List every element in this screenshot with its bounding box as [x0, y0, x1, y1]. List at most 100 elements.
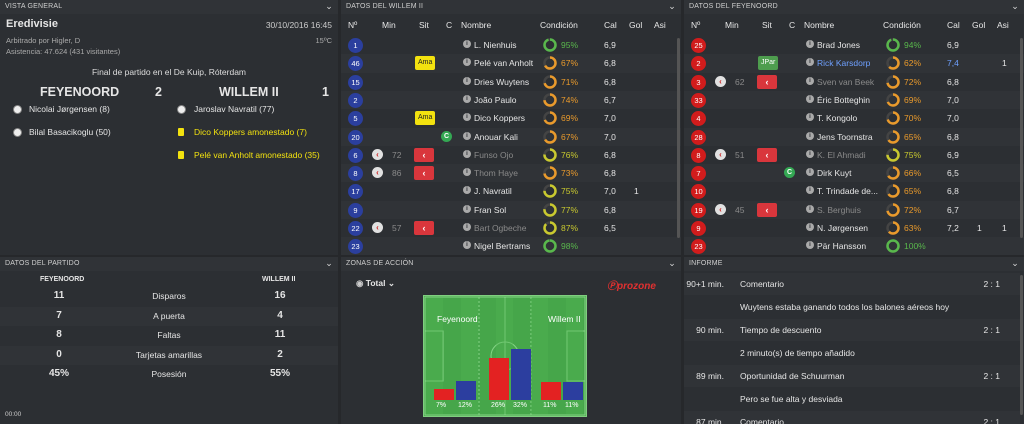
col-header-sit[interactable]: Sit: [419, 20, 429, 30]
info-icon[interactable]: i: [463, 131, 471, 140]
col-header-cal[interactable]: Cal: [947, 20, 960, 30]
substitute-button[interactable]: ‹: [414, 166, 434, 181]
table-row[interactable]: 4 i T. Kongolo 70% 7,0: [684, 109, 1024, 127]
col-header-name[interactable]: Nombre: [804, 20, 834, 30]
info-icon[interactable]: i: [463, 40, 471, 48]
player-name[interactable]: K. El Ahmadi: [817, 150, 866, 160]
table-row[interactable]: 20 Ci Anouar Kali 67% 7,0: [341, 127, 681, 146]
info-icon[interactable]: i: [463, 76, 471, 85]
table-row[interactable]: 2 i João Paulo 74% 6,7: [341, 90, 681, 110]
col-header-cond[interactable]: Condición: [540, 20, 578, 30]
col-header-asi[interactable]: Asi: [654, 20, 666, 30]
player-name[interactable]: Dries Wuytens: [474, 77, 529, 87]
chevron-down-icon[interactable]: ⌄: [325, 258, 333, 269]
info-icon[interactable]: i: [806, 76, 814, 85]
info-icon[interactable]: i: [806, 58, 814, 67]
table-row[interactable]: 6 ‹ 72 ‹ i Funso Ojo 76% 6,8: [341, 146, 681, 164]
home-team-name[interactable]: FEYENOORD: [40, 85, 119, 99]
table-row[interactable]: 23 i Nigel Bertrams 98%: [341, 237, 681, 255]
event-item[interactable]: Pelé van Anholt amonestado (35): [194, 150, 320, 160]
chevron-down-icon[interactable]: ⌄: [668, 1, 676, 12]
event-item[interactable]: Dico Koppers amonestado (7): [194, 127, 307, 137]
info-icon[interactable]: i: [806, 186, 814, 195]
player-name[interactable]: Rick Karsdorp: [817, 58, 870, 68]
table-row[interactable]: 15 i Dries Wuytens 71% 6,8: [341, 73, 681, 91]
table-row[interactable]: 8 ‹ 86 ‹ i Thom Haye 73% 6,8: [341, 164, 681, 183]
substitute-button[interactable]: ‹: [414, 147, 434, 162]
substitute-button[interactable]: ‹: [757, 147, 777, 162]
info-icon[interactable]: i: [806, 168, 814, 177]
table-row[interactable]: 5 Ama i Dico Koppers 69% 7,0: [341, 109, 681, 127]
player-name[interactable]: Sven van Beek: [817, 77, 874, 87]
referee-text[interactable]: Arbitrado por Higler, D: [6, 36, 80, 45]
report-entry-header[interactable]: 87 min. Comentario 2 : 1: [684, 411, 1020, 424]
player-name[interactable]: Brad Jones: [817, 40, 860, 50]
player-name[interactable]: Jens Toornstra: [817, 132, 873, 142]
report-entry-header[interactable]: 89 min. Oportunidad de Schuurman 2 : 1: [684, 365, 1020, 387]
table-row[interactable]: 22 ‹ 57 ‹ i Bart Ogbeche 87% 6,5: [341, 219, 681, 237]
info-icon[interactable]: i: [463, 58, 471, 67]
player-name[interactable]: Thom Haye: [474, 168, 518, 178]
player-name[interactable]: João Paulo: [474, 95, 517, 105]
info-icon[interactable]: i: [463, 94, 471, 103]
info-icon[interactable]: i: [806, 94, 814, 103]
info-icon[interactable]: i: [806, 149, 814, 158]
table-scrollbar[interactable]: [1020, 38, 1023, 238]
table-row[interactable]: 8 ‹ 51 ‹ i K. El Ahmadi 75% 6,9: [684, 146, 1024, 164]
info-icon[interactable]: i: [806, 40, 814, 48]
info-icon[interactable]: i: [463, 204, 471, 213]
competition-name[interactable]: Eredivisie: [6, 18, 58, 30]
table-row[interactable]: 25 i Brad Jones 94% 6,9: [684, 36, 1024, 54]
player-name[interactable]: Dirk Kuyt: [817, 168, 851, 178]
player-name[interactable]: Dico Koppers: [474, 113, 525, 123]
info-icon[interactable]: i: [463, 113, 471, 122]
info-icon[interactable]: i: [463, 241, 471, 250]
table-row[interactable]: 17 i J. Navratil 75% 7,0 1: [341, 182, 681, 200]
table-row[interactable]: 19 ‹ 45 ‹ i S. Berghuis 72% 6,7: [684, 200, 1024, 219]
substitute-button[interactable]: ‹: [757, 202, 777, 217]
table-row[interactable]: 9 i Fran Sol 77% 6,8: [341, 200, 681, 219]
col-header-sit[interactable]: Sit: [762, 20, 772, 30]
player-name[interactable]: Éric Botteghin: [817, 95, 870, 105]
col-header-c[interactable]: C: [789, 20, 795, 30]
player-name[interactable]: S. Berghuis: [817, 205, 861, 215]
player-name[interactable]: Bart Ogbeche: [474, 223, 526, 233]
col-header-num[interactable]: Nº: [348, 20, 357, 30]
player-name[interactable]: Pelé van Anholt: [474, 58, 533, 68]
chevron-down-icon[interactable]: ⌄: [325, 1, 333, 12]
chevron-down-icon[interactable]: ⌄: [1011, 258, 1019, 269]
table-row[interactable]: 23 i Pär Hansson 100%: [684, 237, 1024, 255]
info-icon[interactable]: i: [806, 204, 814, 213]
chevron-down-icon[interactable]: ⌄: [668, 258, 676, 269]
info-icon[interactable]: i: [463, 186, 471, 195]
table-row[interactable]: 3 ‹ 62 ‹ i Sven van Beek 72% 6,8: [684, 73, 1024, 91]
away-team-name[interactable]: WILLEM II: [219, 85, 279, 99]
info-icon[interactable]: i: [463, 223, 471, 231]
col-header-min[interactable]: Min: [725, 20, 739, 30]
substitute-button[interactable]: ‹: [757, 74, 777, 89]
info-icon[interactable]: i: [463, 149, 471, 158]
player-name[interactable]: Fran Sol: [474, 205, 506, 215]
table-row[interactable]: 28 i Jens Toornstra 65% 6,8: [684, 127, 1024, 146]
report-scrollbar[interactable]: [1020, 275, 1023, 415]
info-icon[interactable]: i: [806, 131, 814, 140]
col-header-num[interactable]: Nº: [691, 20, 700, 30]
player-name[interactable]: N. Jørgensen: [817, 223, 868, 233]
info-icon[interactable]: i: [806, 113, 814, 122]
table-row[interactable]: 7 Ci Dirk Kuyt 66% 6,5: [684, 164, 1024, 183]
table-row[interactable]: 10 i T. Trindade de... 65% 6,8: [684, 182, 1024, 200]
chevron-down-icon[interactable]: ⌄: [1011, 1, 1019, 12]
info-icon[interactable]: i: [806, 241, 814, 250]
event-item[interactable]: Bilal Basacikoglu (50): [29, 127, 111, 137]
player-name[interactable]: L. Nienhuis: [474, 40, 517, 50]
col-header-cond[interactable]: Condición: [883, 20, 921, 30]
info-icon[interactable]: i: [463, 168, 471, 177]
table-row[interactable]: 1 i L. Nienhuis 95% 6,9: [341, 36, 681, 54]
player-name[interactable]: Anouar Kali: [474, 132, 518, 142]
table-row[interactable]: 33 i Éric Botteghin 69% 7,0: [684, 90, 1024, 110]
report-entry-header[interactable]: 90 min. Tiempo de descuento 2 : 1: [684, 319, 1020, 341]
player-name[interactable]: T. Kongolo: [817, 113, 857, 123]
col-header-c[interactable]: C: [446, 20, 452, 30]
col-header-gol[interactable]: Gol: [972, 20, 985, 30]
player-name[interactable]: Funso Ojo: [474, 150, 513, 160]
